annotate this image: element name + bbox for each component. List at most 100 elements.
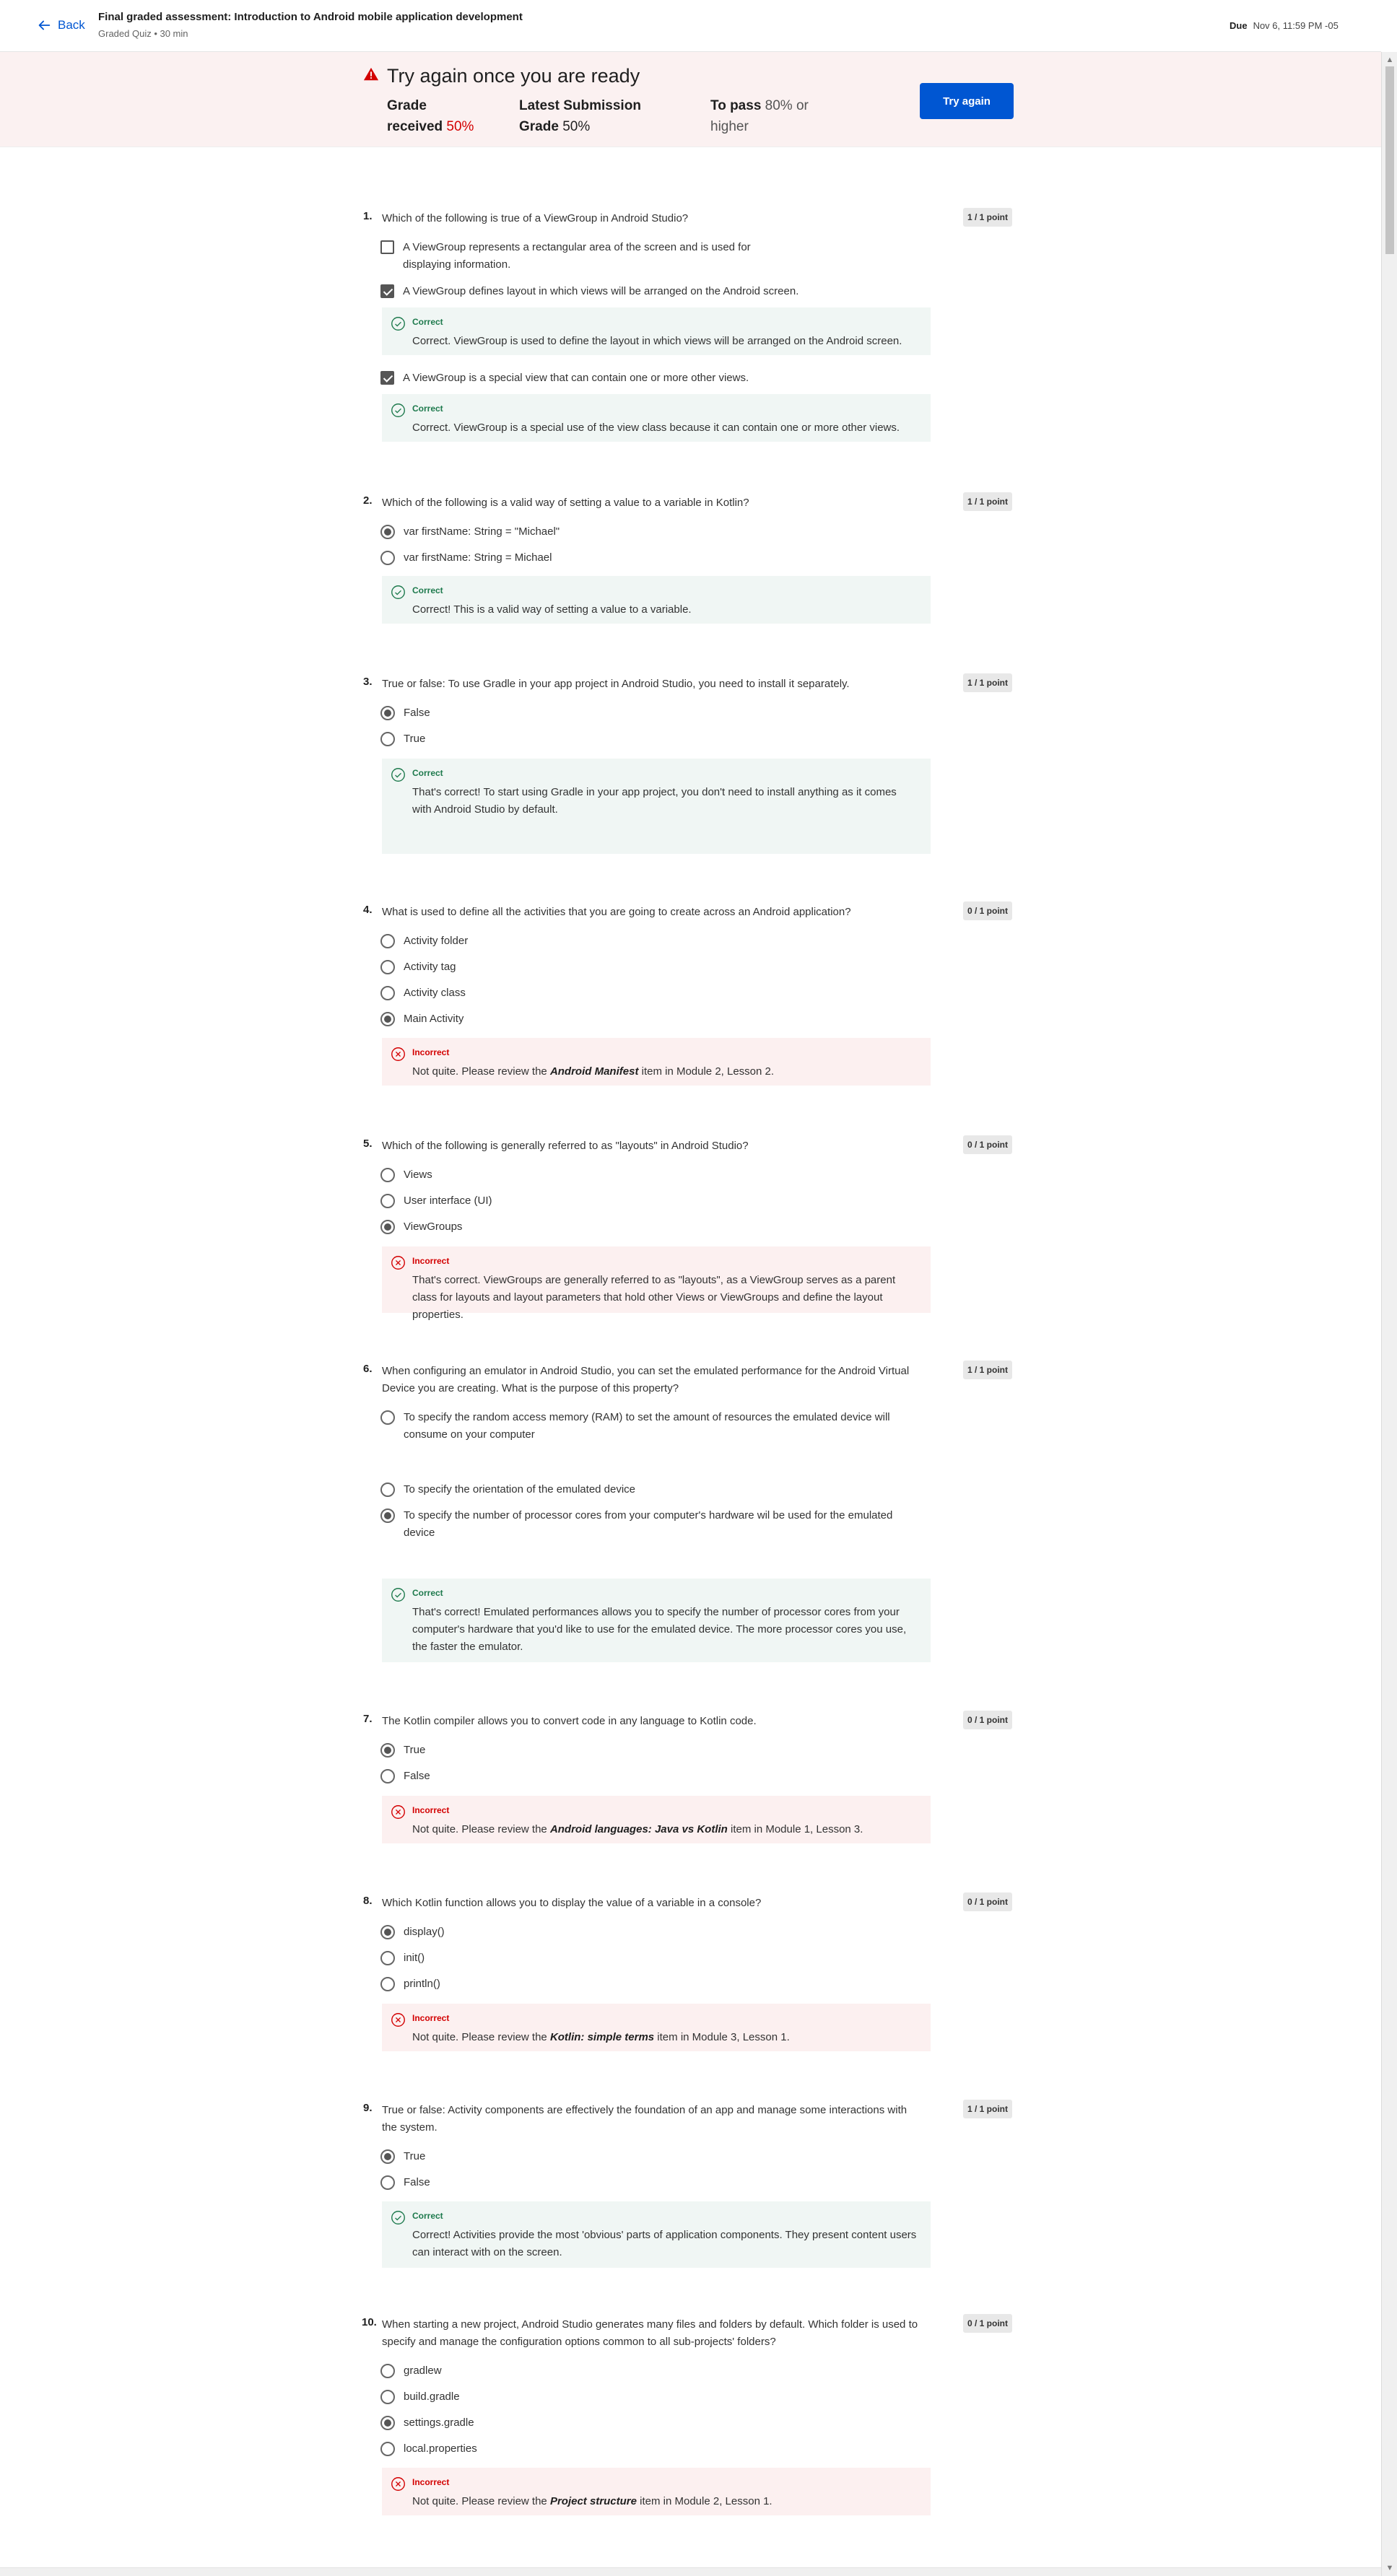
option-radio[interactable]: To specify the number of processor cores… — [380, 1507, 909, 1542]
question-number: 1. — [363, 210, 373, 222]
option-radio[interactable]: var firstName: String = "Michael" — [380, 523, 909, 541]
latest-label: Latest Submission — [519, 98, 641, 113]
option-label: To specify the number of processor cores… — [404, 1509, 893, 1539]
radio-selected[interactable] — [380, 2149, 395, 2164]
scroll-down-icon[interactable]: ▼ — [1382, 2560, 1397, 2576]
points-badge: 1 / 1 point — [963, 2100, 1013, 2118]
radio[interactable] — [380, 960, 395, 974]
checkbox[interactable] — [380, 240, 394, 254]
feedback-head: Correct — [412, 1588, 443, 1598]
radio[interactable] — [380, 986, 395, 1000]
check-circle-icon — [391, 585, 405, 599]
checkbox-checked[interactable] — [380, 371, 394, 385]
option-radio[interactable]: True — [380, 1742, 909, 1759]
points-badge: 1 / 1 point — [963, 673, 1013, 692]
option-radio[interactable]: ViewGroups — [380, 1218, 909, 1236]
points-badge: 1 / 1 point — [963, 492, 1013, 511]
option-radio[interactable]: False — [380, 1768, 909, 1785]
option-checkbox[interactable]: A ViewGroup defines layout in which view… — [380, 283, 908, 300]
question-number: 3. — [363, 676, 373, 688]
radio-selected[interactable] — [380, 2416, 395, 2430]
option-label: False — [404, 1770, 430, 1782]
points-badge: 0 / 1 point — [963, 1892, 1013, 1911]
scroll-up-icon[interactable]: ▲ — [1382, 52, 1397, 68]
option-radio[interactable]: To specify the orientation of the emulat… — [380, 1481, 909, 1498]
option-label: var firstName: String = Michael — [404, 551, 552, 564]
radio[interactable] — [380, 2364, 395, 2378]
option-radio[interactable]: Activity class — [380, 984, 909, 1002]
option-radio[interactable]: build.gradle — [380, 2388, 909, 2406]
radio[interactable] — [380, 2390, 395, 2404]
option-radio[interactable]: gradlew — [380, 2362, 909, 2380]
question-number: 5. — [363, 1138, 373, 1150]
radio[interactable] — [380, 2175, 395, 2190]
back-button[interactable]: Back — [36, 17, 85, 33]
option-radio[interactable]: var firstName: String = Michael — [380, 549, 909, 567]
option-label: False — [404, 2176, 430, 2188]
option-radio[interactable]: User interface (UI) — [380, 1192, 909, 1210]
vertical-scrollbar[interactable]: ▲ ▼ — [1381, 52, 1397, 2576]
try-again-button[interactable]: Try again — [920, 83, 1014, 119]
radio[interactable] — [380, 551, 395, 565]
option-radio[interactable]: println() — [380, 1975, 909, 1993]
radio-selected[interactable] — [380, 1012, 395, 1026]
option-checkbox[interactable]: A ViewGroup represents a rectangular are… — [380, 239, 778, 274]
option-checkbox[interactable]: A ViewGroup is a special view that can c… — [380, 370, 908, 387]
feedback-body: That's correct. ViewGroups are generally… — [412, 1274, 896, 1321]
option-radio[interactable]: Activity tag — [380, 959, 909, 976]
checkbox-checked[interactable] — [380, 284, 394, 298]
option-radio[interactable]: False — [380, 704, 909, 722]
option-radio[interactable]: False — [380, 2174, 909, 2191]
feedback-head: Correct — [412, 317, 443, 327]
option-radio[interactable]: To specify the random access memory (RAM… — [380, 1409, 909, 1444]
grade-received-value: 50% — [446, 119, 474, 134]
feedback-head: Correct — [412, 2211, 443, 2221]
feedback-head: Correct — [412, 403, 443, 414]
option-radio[interactable]: Main Activity — [380, 1010, 909, 1028]
radio[interactable] — [380, 1168, 395, 1182]
points-badge: 1 / 1 point — [963, 208, 1013, 227]
grade-received-label-2: received — [387, 119, 443, 134]
feedback-body: That's correct! Emulated performances al… — [412, 1606, 907, 1653]
radio[interactable] — [380, 1951, 395, 1965]
option-radio[interactable]: Activity folder — [380, 933, 909, 950]
radio[interactable] — [380, 934, 395, 948]
feedback-incorrect: Incorrect Not quite. Please review the P… — [382, 2468, 931, 2515]
radio[interactable] — [380, 2442, 395, 2456]
feedback-body: Correct. ViewGroup is a special use of t… — [412, 422, 900, 434]
option-label: ViewGroups — [404, 1221, 463, 1233]
option-radio[interactable]: Views — [380, 1166, 909, 1184]
radio[interactable] — [380, 1410, 395, 1425]
radio[interactable] — [380, 1769, 395, 1783]
x-circle-icon — [391, 1256, 405, 1270]
arrow-left-icon — [38, 20, 51, 30]
question-text: When configuring an emulator in Android … — [382, 1365, 910, 1394]
option-radio[interactable]: True — [380, 2148, 909, 2165]
to-pass-value-2: higher — [710, 119, 749, 134]
radio-selected[interactable] — [380, 1509, 395, 1523]
option-radio[interactable]: display() — [380, 1924, 909, 1941]
option-radio[interactable]: init() — [380, 1950, 909, 1967]
radio-selected[interactable] — [380, 1925, 395, 1939]
question-number: 4. — [363, 904, 373, 916]
radio[interactable] — [380, 1977, 395, 1991]
feedback-correct: Correct Correct. ViewGroup is used to de… — [382, 307, 931, 355]
question-number: 8. — [363, 1895, 373, 1907]
check-circle-icon — [391, 317, 405, 331]
radio-selected[interactable] — [380, 706, 395, 720]
due-label: Due — [1230, 20, 1248, 31]
radio[interactable] — [380, 1194, 395, 1208]
horizontal-scrollbar[interactable] — [0, 2567, 1381, 2576]
option-radio[interactable]: settings.gradle — [380, 2414, 909, 2432]
radio-selected[interactable] — [380, 525, 395, 539]
radio[interactable] — [380, 732, 395, 746]
option-radio[interactable]: True — [380, 730, 909, 748]
radio-selected[interactable] — [380, 1220, 395, 1234]
option-radio[interactable]: local.properties — [380, 2440, 909, 2458]
radio-selected[interactable] — [380, 1743, 395, 1758]
question-number: 9. — [363, 2102, 373, 2114]
feedback-incorrect: Incorrect Not quite. Please review the K… — [382, 2004, 931, 2051]
due-value: Nov 6, 11:59 PM -05 — [1253, 20, 1339, 31]
scrollbar-thumb[interactable] — [1385, 66, 1394, 254]
radio[interactable] — [380, 1483, 395, 1497]
